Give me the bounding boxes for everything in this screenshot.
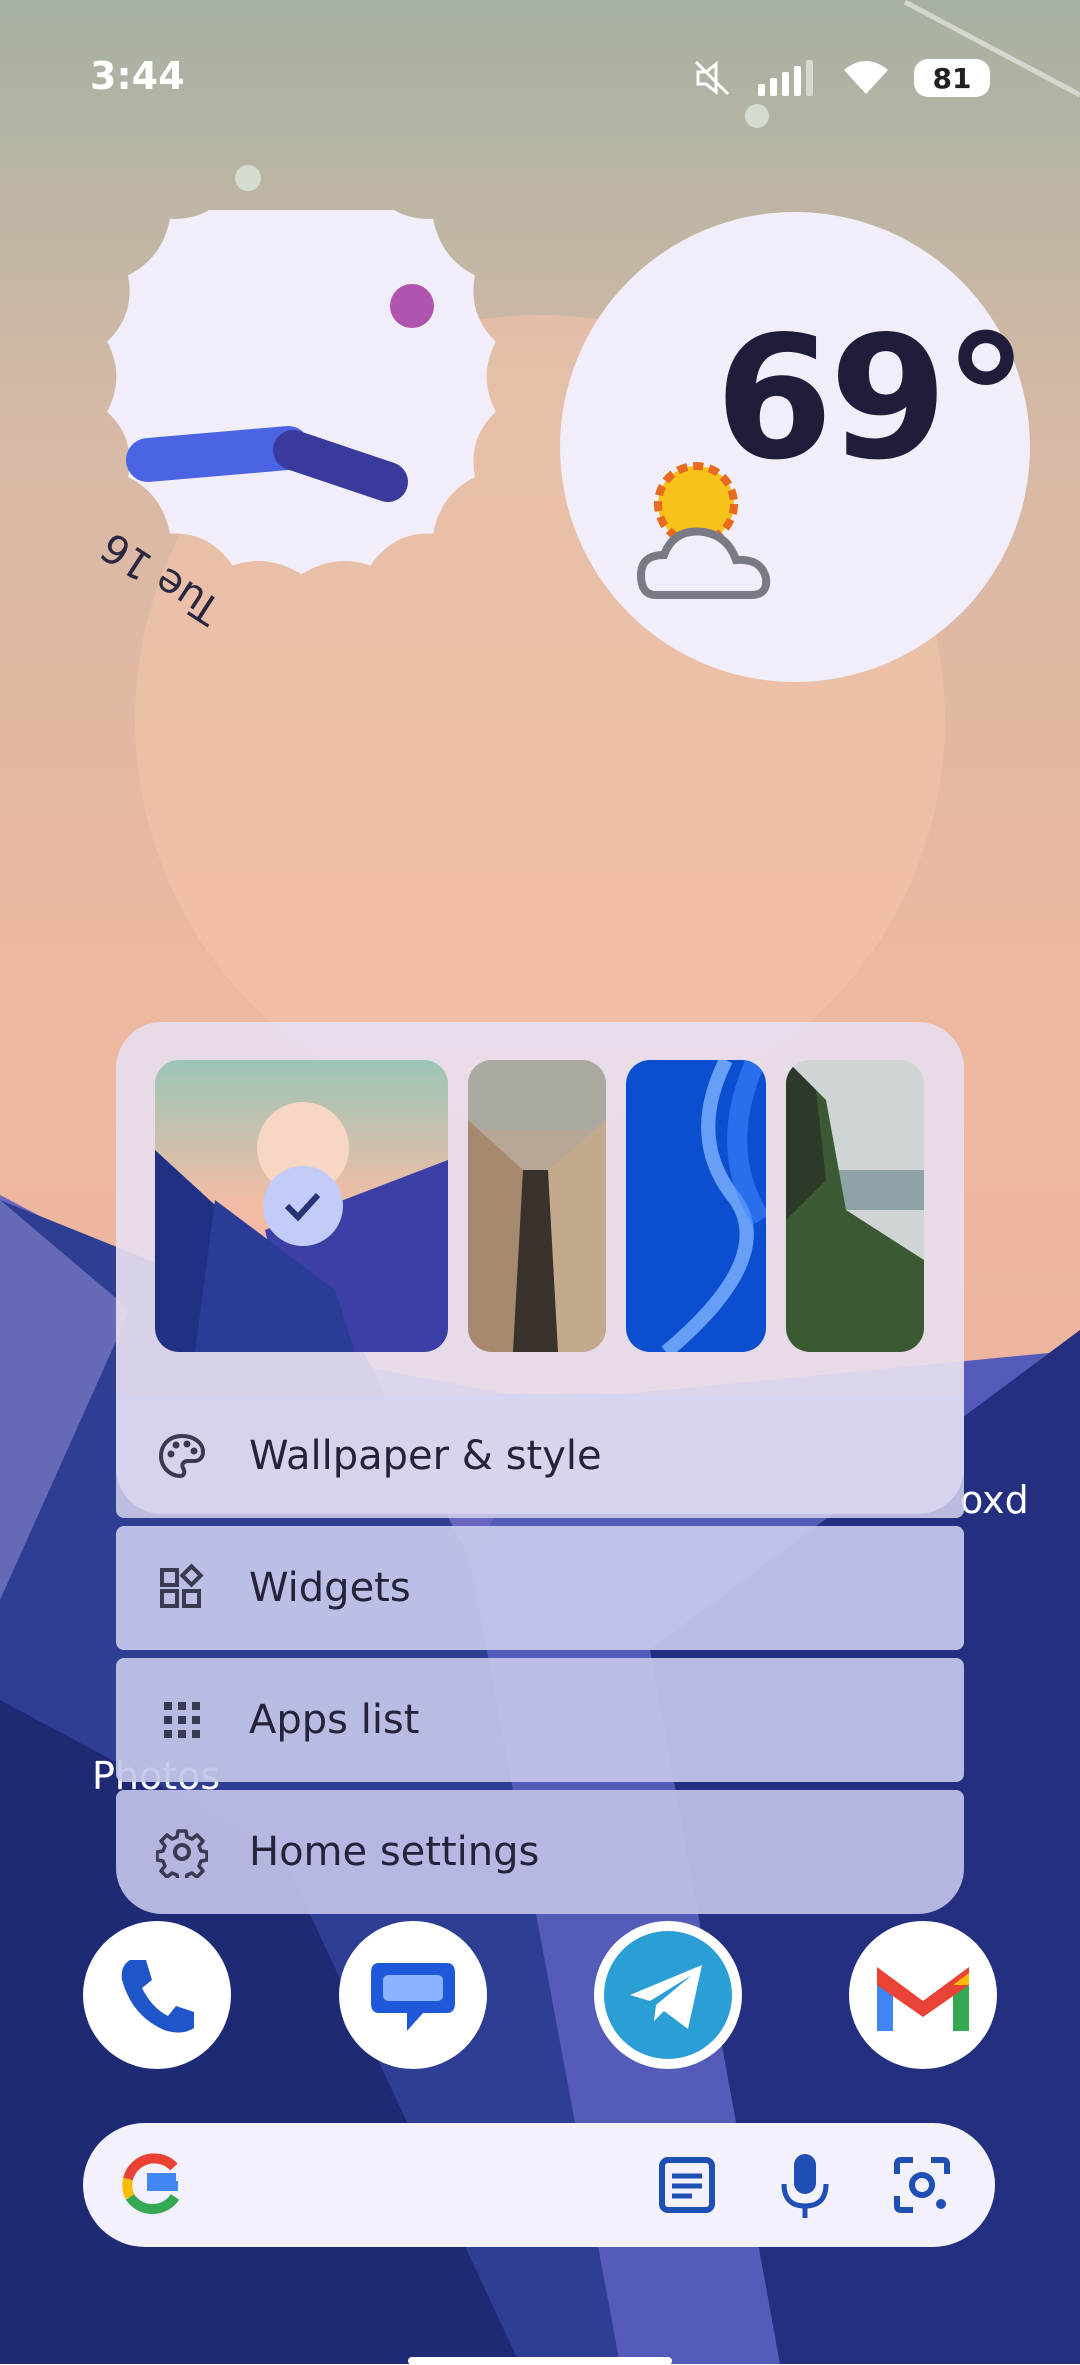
camera-lens-icon — [894, 2157, 950, 2213]
wallpaper-thumbnail-abstract[interactable] — [626, 1060, 766, 1352]
telegram-icon — [604, 1931, 732, 2059]
menu-label-wallpaper-style: Wallpaper & style — [249, 1433, 602, 1479]
voice-search-button[interactable] — [778, 2150, 832, 2220]
google-search-bar[interactable] — [83, 2123, 995, 2247]
menu-item-widgets[interactable]: Widgets — [116, 1526, 964, 1650]
dock-app-telegram[interactable] — [594, 1921, 742, 2069]
dock-app-phone[interactable] — [83, 1921, 231, 2069]
menu-item-home-settings[interactable]: Home settings — [116, 1790, 964, 1914]
messages-icon — [371, 1963, 455, 2031]
gear-icon — [156, 1829, 208, 1878]
dock-app-messages[interactable] — [339, 1921, 487, 2069]
wallpaper-thumbnail-city[interactable] — [468, 1060, 606, 1352]
menu-label-home-settings: Home settings — [249, 1829, 540, 1875]
partly-cloudy-icon — [636, 462, 771, 599]
wallpaper-thumbnail-mountain[interactable] — [155, 1060, 448, 1352]
phone-icon — [121, 1960, 194, 2033]
status-time: 3:44 — [90, 54, 185, 98]
apps-grid-icon — [164, 1702, 200, 1738]
microphone-icon — [781, 2154, 829, 2218]
status-icons: 81 — [692, 58, 990, 98]
dock-app-gmail[interactable] — [849, 1921, 997, 2069]
menu-label-widgets: Widgets — [249, 1565, 411, 1611]
gmail-icon — [877, 1967, 969, 2031]
palette-icon — [158, 1433, 206, 1479]
menu-item-apps-list[interactable]: Apps list — [116, 1658, 964, 1782]
signal-icon — [758, 60, 813, 96]
menu-item-wallpaper-style[interactable]: Wallpaper & style — [116, 1394, 964, 1518]
discover-feed-button[interactable] — [656, 2154, 718, 2216]
wallpaper-thumbnail-cliffs[interactable] — [786, 1060, 924, 1352]
article-icon — [659, 2157, 715, 2213]
mute-icon — [694, 60, 730, 96]
menu-label-apps-list: Apps list — [249, 1697, 420, 1743]
clock-widget[interactable] — [48, 210, 523, 685]
widgets-icon — [160, 1563, 204, 1608]
lens-search-button[interactable] — [891, 2154, 953, 2216]
google-g-icon[interactable] — [120, 2153, 184, 2217]
wifi-icon — [844, 61, 888, 94]
battery-indicator: 81 — [914, 59, 990, 97]
app-label-partial: oxd — [960, 1478, 1029, 1522]
